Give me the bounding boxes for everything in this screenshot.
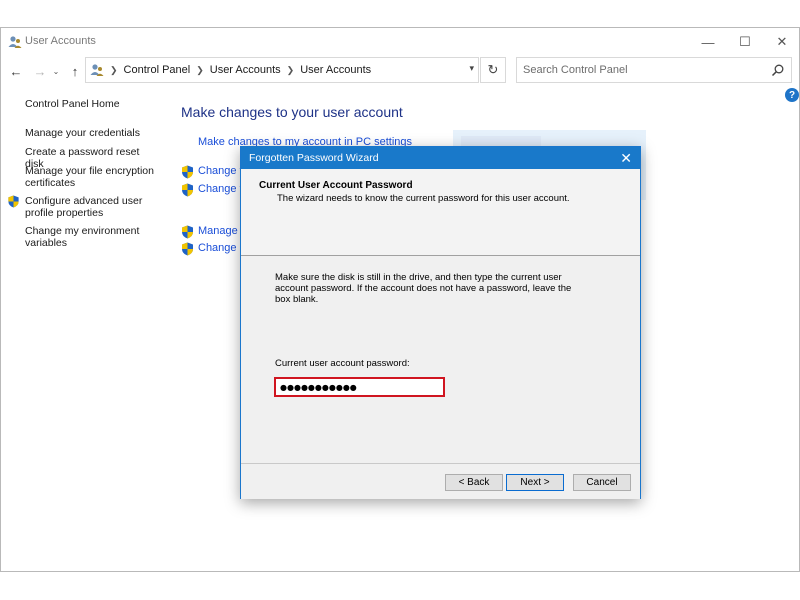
breadcrumb-control-panel[interactable]: Control Panel xyxy=(124,64,191,76)
sidebar-item-label: Configure advanced user profile properti… xyxy=(25,195,143,219)
sidebar-item-manage-credentials[interactable]: Manage your credentials xyxy=(25,127,155,139)
sidebar-item-file-encryption-certificates[interactable]: Manage your file encryption certificates xyxy=(25,165,155,189)
wizard-step-subtitle: The wizard needs to know the current pas… xyxy=(277,193,570,204)
breadcrumb-separator-icon: ❯ xyxy=(286,64,295,75)
dialog-close-icon[interactable]: ✕ xyxy=(620,150,632,167)
uac-shield-icon xyxy=(182,242,193,256)
dialog-title: Forgotten Password Wizard xyxy=(249,152,379,164)
cancel-button[interactable]: Cancel xyxy=(573,474,631,491)
page-title: Make changes to your user account xyxy=(181,104,403,120)
password-label: Current user account password: xyxy=(275,358,410,369)
sidebar-item-control-panel-home[interactable]: Control Panel Home xyxy=(25,98,155,110)
wizard-header: Current User Account Password The wizard… xyxy=(241,169,640,256)
user-accounts-icon xyxy=(8,36,22,48)
up-arrow-icon[interactable]: ↑ xyxy=(66,61,84,81)
control-panel-icon xyxy=(90,64,104,76)
dialog-title-bar: Forgotten Password Wizard ✕ xyxy=(241,147,640,169)
close-button[interactable]: ✕ xyxy=(765,28,799,56)
minimize-button[interactable]: — xyxy=(691,28,725,56)
forward-arrow-icon[interactable]: → xyxy=(31,61,49,81)
search-icon[interactable] xyxy=(771,63,785,77)
next-button[interactable]: Next > xyxy=(506,474,564,491)
uac-shield-icon xyxy=(182,225,193,239)
wizard-body: Make sure the disk is still in the drive… xyxy=(241,257,640,463)
password-input[interactable]: ●●●●●●●●●●● xyxy=(274,377,445,397)
uac-shield-icon xyxy=(8,195,19,208)
breadcrumb-separator-icon: ❯ xyxy=(110,64,118,75)
address-dropdown-chevron-icon[interactable]: ▾ xyxy=(469,63,474,74)
uac-shield-icon xyxy=(182,165,193,179)
maximize-button[interactable]: ☐ xyxy=(728,28,762,56)
navigation-bar: ← → ⌄ ↑ ❯ Control Panel ❯ User Accounts … xyxy=(1,56,799,86)
back-arrow-icon[interactable]: ← xyxy=(7,61,25,81)
search-box[interactable] xyxy=(516,57,792,83)
sidebar-item-environment-variables[interactable]: Change my environment variables xyxy=(25,225,155,249)
back-button[interactable]: < Back xyxy=(445,474,503,491)
search-input[interactable] xyxy=(523,62,763,78)
uac-shield-icon xyxy=(182,183,193,197)
wizard-step-title: Current User Account Password xyxy=(259,180,413,191)
breadcrumb-user-accounts[interactable]: User Accounts xyxy=(210,64,281,76)
address-bar[interactable]: ❯ Control Panel ❯ User Accounts ❯ User A… xyxy=(85,57,479,83)
title-bar: User Accounts — ☐ ✕ xyxy=(1,28,799,56)
help-icon[interactable]: ? xyxy=(785,88,799,102)
breadcrumb-user-accounts-current[interactable]: User Accounts xyxy=(300,64,371,76)
breadcrumb-separator-icon: ❯ xyxy=(196,64,204,75)
wizard-instructions: Make sure the disk is still in the drive… xyxy=(275,272,572,305)
window-title: User Accounts xyxy=(25,35,96,47)
refresh-icon[interactable]: ↻ xyxy=(480,57,506,83)
recent-locations-chevron-icon[interactable]: ⌄ xyxy=(51,61,61,81)
forgotten-password-wizard-dialog: Forgotten Password Wizard ✕ Current User… xyxy=(240,146,641,499)
wizard-footer: < Back Next > Cancel xyxy=(241,463,640,499)
sidebar-item-advanced-profile-properties[interactable]: Configure advanced user profile properti… xyxy=(8,195,155,219)
